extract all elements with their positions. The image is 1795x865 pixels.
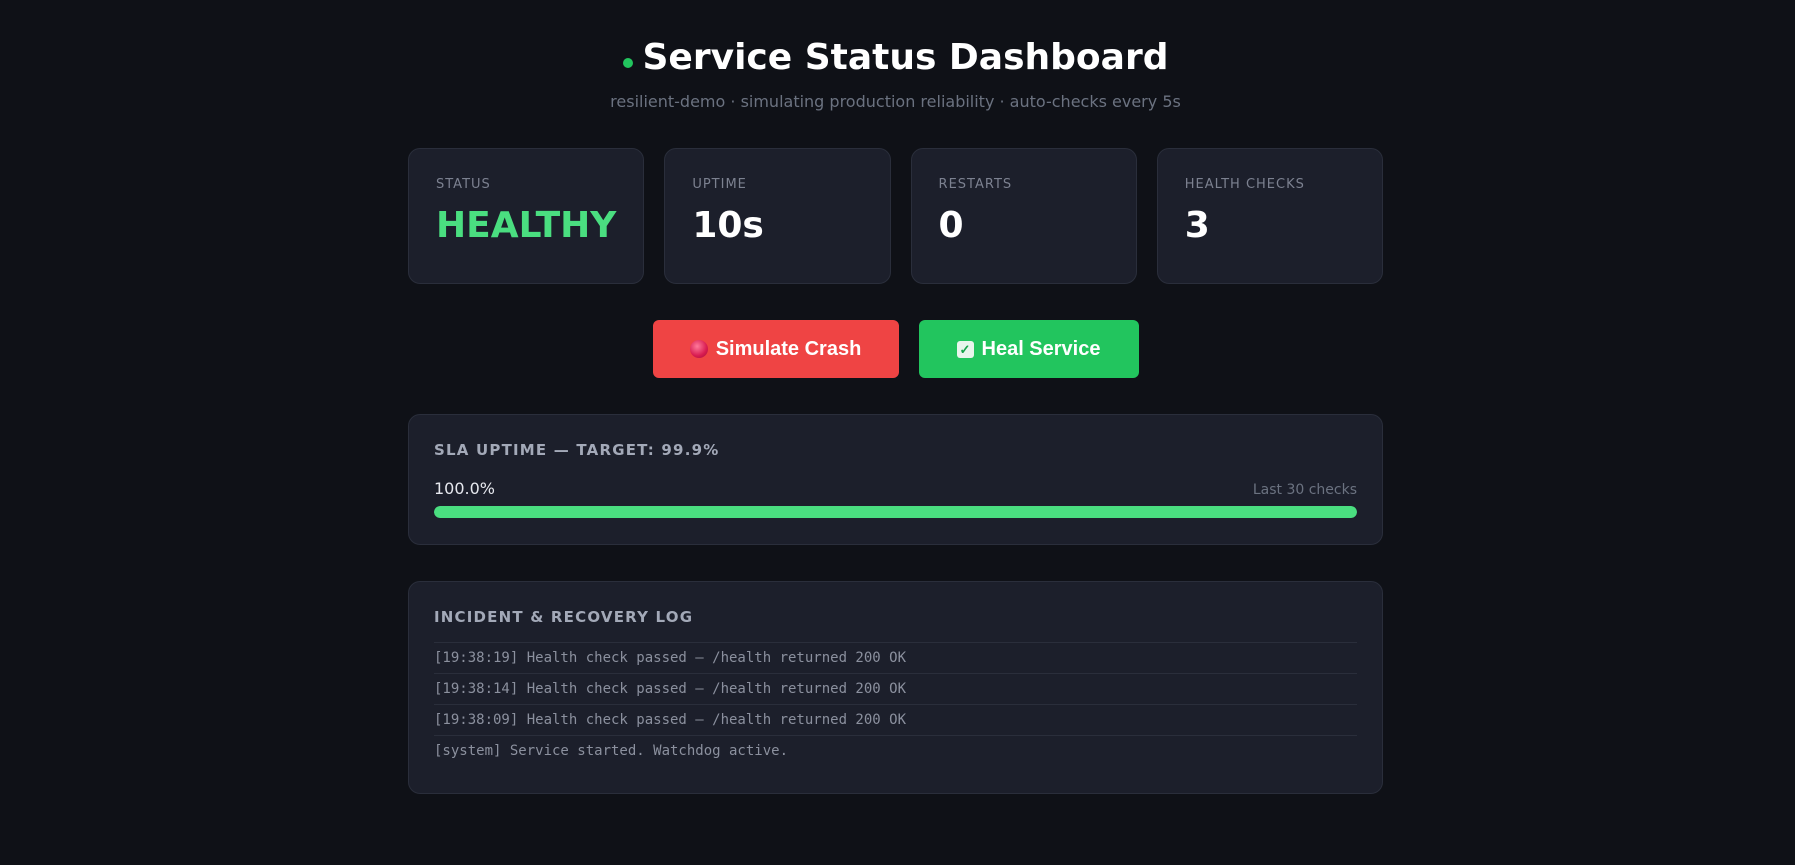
page-title-text: Service Status Dashboard [642,37,1169,78]
restarts-value: 0 [938,205,964,246]
status-dot-icon [622,58,633,68]
stat-card-status: STATUS HEALTHY [408,148,645,284]
simulate-crash-label: Simulate Crash [715,337,862,360]
check-box-icon: ✓ [956,340,974,358]
sla-progress-fill [434,506,1357,518]
log-entry: [19:38:14] Health check passed — /health… [434,674,1357,705]
action-buttons: Simulate Crash ✓ Heal Service [408,320,1383,378]
log-entry: [19:38:09] Health check passed — /health… [434,705,1357,736]
stat-card-restarts: RESTARTS 0 [910,148,1137,284]
heal-service-button[interactable]: ✓ Heal Service [918,320,1139,378]
page-title: Service Status Dashboard [622,36,1169,80]
stat-label: HEALTH CHECKS [1184,177,1305,192]
stat-cards: STATUS HEALTHY UPTIME 10s RESTARTS 0 HEA… [408,148,1383,284]
log-title: INCIDENT & RECOVERY LOG [434,608,694,626]
red-ball-icon [689,340,708,358]
log-list: [19:38:19] Health check passed — /health… [434,642,1357,766]
stat-card-uptime: UPTIME 10s [664,148,891,284]
dashboard: Service Status Dashboard resilient-demo … [408,0,1383,794]
stat-label: RESTARTS [938,177,1013,192]
stat-label: UPTIME [692,177,747,192]
status-value: HEALTHY [436,205,617,246]
simulate-crash-button[interactable]: Simulate Crash [652,320,899,378]
sla-title: SLA UPTIME — TARGET: 99.9% [434,441,720,459]
page-subtitle: resilient-demo · simulating production r… [610,92,1181,111]
page-header: Service Status Dashboard resilient-demo … [408,0,1383,111]
stat-card-health-checks: HEALTH CHECKS 3 [1156,148,1383,284]
sla-panel: SLA UPTIME — TARGET: 99.9% 100.0% Last 3… [408,414,1383,545]
sla-row: 100.0% Last 30 checks [434,479,1357,498]
uptime-value: 10s [692,205,764,246]
incident-log-panel: INCIDENT & RECOVERY LOG [19:38:19] Healt… [408,581,1383,794]
sla-progress-bar [434,506,1357,518]
log-entry: [19:38:19] Health check passed — /health… [434,643,1357,674]
sla-note: Last 30 checks [1252,482,1357,498]
log-entry: [system] Service started. Watchdog activ… [434,743,789,759]
stat-label: STATUS [436,177,491,192]
sla-percent: 100.0% [434,479,496,498]
heal-service-label: Heal Service [981,337,1101,360]
health-checks-value: 3 [1184,205,1210,246]
